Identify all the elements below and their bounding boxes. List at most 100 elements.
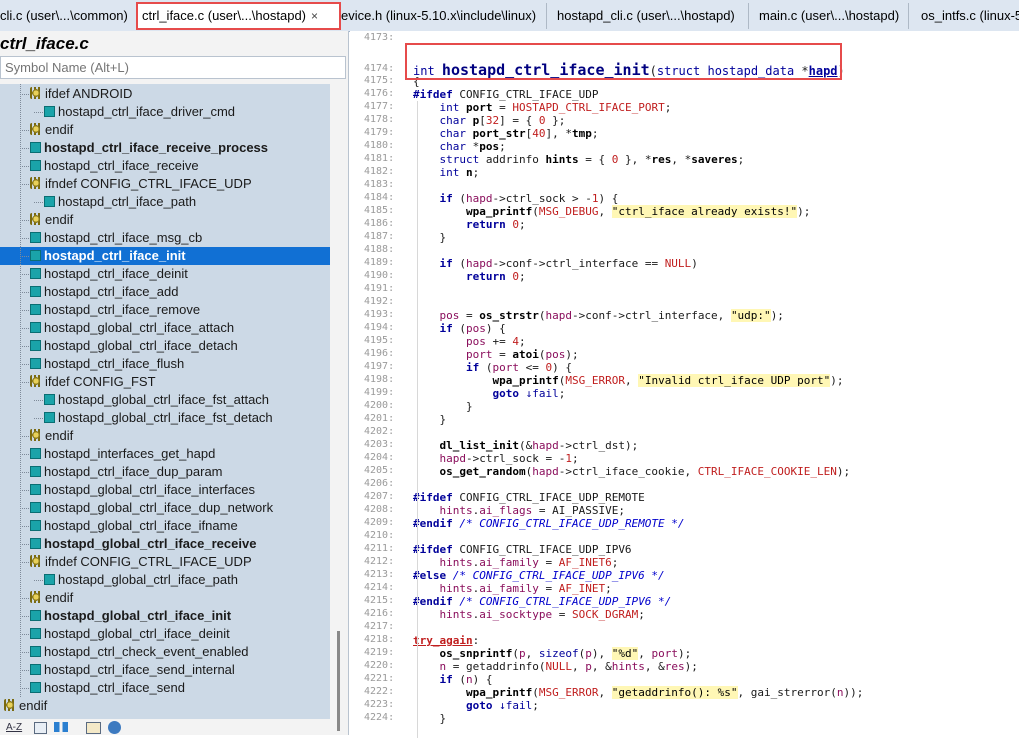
code-line[interactable]: #else /* CONFIG_CTRL_IFACE_UDP_IPV6 */ (413, 569, 665, 582)
code-line[interactable]: os_snprintf(p, sizeof(p), "%d", port); (413, 647, 691, 660)
tab-os-intfs-c[interactable]: os_intfs.c (linux-5 (909, 3, 1019, 29)
tree-connector (20, 670, 29, 671)
line-number: 4174: (364, 63, 395, 74)
code-line[interactable]: if (port <= 0) { (413, 361, 572, 374)
code-line[interactable]: if (hapd->conf->ctrl_interface == NULL) (413, 257, 698, 270)
line-number: 4190: (364, 270, 395, 281)
tab-device-h[interactable]: evice.h (linux-5.10.x\include\linux) (341, 3, 547, 29)
tab-ctrl-iface-c[interactable]: ctrl_iface.c (user\...\hostapd) × (136, 2, 341, 30)
line-number: 4180: (364, 140, 395, 151)
code-line[interactable]: goto ↓fail; (413, 699, 539, 712)
code-line[interactable]: hints.ai_family = AF_INET; (413, 582, 612, 595)
line-number: 4182: (364, 166, 395, 177)
symbol-label: hostapd_global_ctrl_iface_attach (44, 320, 235, 335)
code-line[interactable]: hints.ai_flags = AI_PASSIVE; (413, 504, 625, 517)
tree-connector (20, 310, 29, 311)
sort-az-button[interactable]: A-Z (6, 722, 22, 733)
tree-connector (20, 364, 29, 365)
code-line[interactable]: if (hapd->ctrl_sock > -1) { (413, 192, 619, 205)
code-line[interactable]: #ifdef CONFIG_CTRL_IFACE_UDP_REMOTE (413, 491, 645, 504)
code-line[interactable]: char *pos; (413, 140, 506, 153)
code-line[interactable]: hints.ai_socktype = SOCK_DGRAM; (413, 608, 645, 621)
code-line[interactable]: pos += 4; (413, 335, 526, 348)
code-line[interactable]: char port_str[40], *tmp; (413, 127, 599, 140)
symbol-label: hostapd_ctrl_iface_receive (44, 158, 199, 173)
code-line[interactable]: return 0; (413, 270, 526, 283)
line-number: 4195: (364, 335, 395, 346)
code-line[interactable]: dl_list_init(&hapd->ctrl_dst); (413, 439, 639, 452)
scrollbar-thumb[interactable] (337, 631, 340, 731)
code-editor[interactable]: 4173: 4174: 4175: 4176: 4177: 4178: 4179: 4180:… (350, 31, 1019, 738)
code-line[interactable]: if (n) { (413, 673, 493, 686)
line-number-gutter: 4173: 4174: 4175: 4176: 4177: 4178: 4179: 4180:… (350, 31, 404, 735)
tab-hostapd-cli-c[interactable]: hostapd_cli.c (user\...\hostapd) (547, 3, 749, 29)
line-number: 4222: (364, 686, 395, 697)
code-line[interactable]: } (413, 400, 473, 413)
code-line[interactable]: #ifdef CONFIG_CTRL_IFACE_UDP (413, 88, 598, 101)
code-line[interactable]: goto ↓fail; (413, 387, 565, 400)
tree-connector (20, 490, 29, 491)
indent-guide (417, 101, 418, 738)
line-number: 4178: (364, 114, 395, 125)
function-icon (30, 502, 41, 513)
symbol-label: hostapd_global_ctrl_iface_fst_detach (58, 410, 273, 425)
tree-connector (20, 274, 29, 275)
code-line[interactable]: #endif /* CONFIG_CTRL_IFACE_UDP_REMOTE *… (413, 517, 685, 530)
symbol-label: hostapd_ctrl_iface_driver_cmd (58, 104, 236, 119)
code-line[interactable]: struct addrinfo hints = { 0 }, *res, *sa… (413, 153, 745, 166)
code-line[interactable]: wpa_printf(MSG_DEBUG, "ctrl_iface alread… (413, 205, 810, 218)
preprocessor-icon (30, 177, 42, 189)
line-number: 4224: (364, 712, 395, 723)
tree-connector (20, 472, 29, 473)
columns-icon[interactable] (54, 722, 68, 732)
tree-connector (34, 418, 43, 419)
code-line[interactable]: hints.ai_family = AF_INET6; (413, 556, 619, 569)
function-icon (30, 286, 41, 297)
tab-label: hostapd_cli.c (user\...\hostapd) (557, 8, 735, 23)
code-line[interactable]: pos = os_strstr(hapd->conf->ctrl_interfa… (413, 309, 784, 322)
code-line[interactable]: try_again: (413, 634, 479, 647)
symbol-function-item[interactable]: hostapd_ctrl_iface_init (0, 247, 330, 265)
line-number: 4198: (364, 374, 395, 385)
code-line[interactable]: wpa_printf(MSG_ERROR, "Invalid ctrl_ifac… (413, 374, 844, 387)
close-icon[interactable]: × (311, 9, 318, 23)
line-number: 4221: (364, 673, 395, 684)
line-number: 4223: (364, 699, 395, 710)
symbol-label: hostapd_global_ctrl_iface_dup_network (44, 500, 274, 515)
symbol-label: hostapd_global_ctrl_iface_fst_attach (58, 392, 270, 407)
code-line[interactable]: char p[32] = { 0 }; (413, 114, 566, 127)
list-view-icon[interactable] (34, 722, 47, 734)
code-line[interactable]: return 0; (413, 218, 526, 231)
code-line[interactable]: #ifdef CONFIG_CTRL_IFACE_UDP_IPV6 (413, 543, 632, 556)
function-icon (30, 466, 41, 477)
code-line[interactable]: hapd->ctrl_sock = -1; (413, 452, 579, 465)
code-line[interactable]: port = atoi(pos); (413, 348, 579, 361)
code-line[interactable]: n = getaddrinfo(NULL, p, &hints, &res); (413, 660, 698, 673)
tab-main-c[interactable]: main.c (user\...\hostapd) (749, 3, 909, 29)
code-line[interactable]: int n; (413, 166, 480, 179)
book-icon[interactable] (86, 722, 101, 734)
code-area[interactable]: int hostapd_ctrl_iface_init(struct hosta… (413, 31, 1019, 738)
function-signature-highlight (405, 43, 842, 80)
code-line[interactable]: int port = HOSTAPD_CTRL_IFACE_PORT; (413, 101, 672, 114)
code-line[interactable]: wpa_printf(MSG_ERROR, "getaddrinfo(): %s… (413, 686, 863, 699)
symbol-panel: ctrl_iface.c ifdef ANDROID hostapd_ctrl_i… (0, 31, 349, 735)
gear-icon[interactable] (108, 721, 121, 734)
tab-cli-c[interactable]: cli.c (user\...\common) (0, 3, 137, 29)
symbol-label: hostapd_ctrl_iface_init (44, 248, 186, 263)
code-line[interactable]: #endif /* CONFIG_CTRL_IFACE_UDP_IPV6 */ (413, 595, 671, 608)
symbol-panel-title: ctrl_iface.c (0, 34, 89, 53)
line-number: 4215: (364, 595, 395, 606)
tree-connector (20, 148, 29, 149)
tree-connector (20, 130, 29, 131)
tree-connector (20, 634, 29, 635)
function-icon (30, 520, 41, 531)
code-line[interactable]: os_get_random(hapd->ctrl_iface_cookie, C… (413, 465, 851, 478)
symbol-label: hostapd_global_ctrl_iface_init (44, 608, 232, 623)
tree-connector (20, 346, 29, 347)
line-number: 4200: (364, 400, 395, 411)
symbol-search-input[interactable] (0, 56, 346, 79)
symbol-label: hostapd_ctrl_iface_dup_param (44, 464, 223, 479)
code-line[interactable]: if (pos) { (413, 322, 506, 335)
symbol-label: ifdef CONFIG_FST (45, 374, 156, 389)
